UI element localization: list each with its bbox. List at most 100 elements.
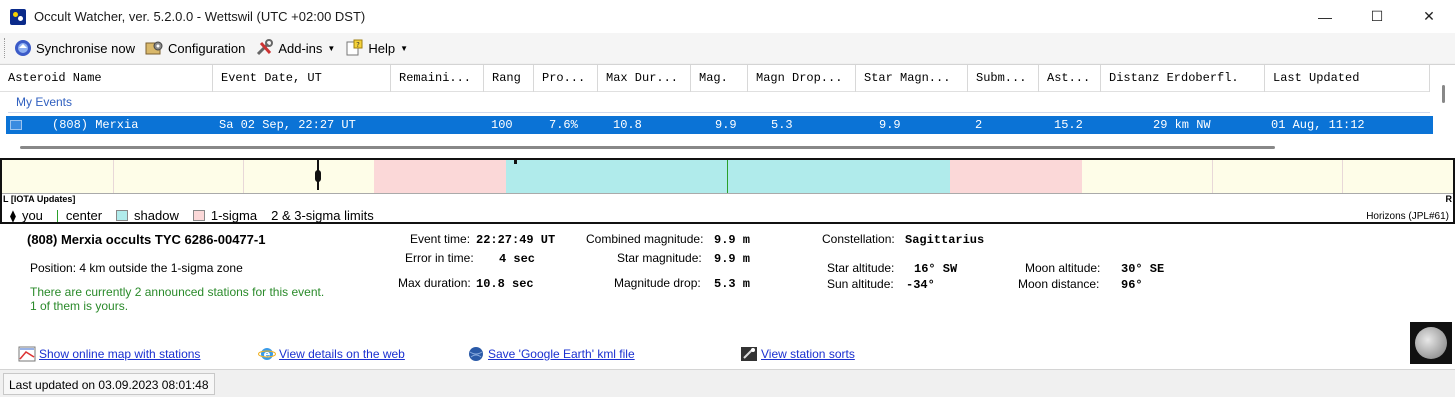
- event-time-value: 22:27:49 UT: [476, 233, 556, 247]
- column-header-ast[interactable]: Ast...: [1039, 65, 1101, 92]
- track-right-label: R: [1445, 194, 1453, 204]
- column-header-star-magn[interactable]: Star Magn...: [856, 65, 968, 92]
- cell-mag: 9.9: [715, 118, 737, 132]
- one-sigma-swatch: [192, 210, 205, 221]
- synchronise-button[interactable]: Synchronise now: [13, 39, 135, 57]
- center-line-icon: [56, 209, 58, 222]
- chevron-down-icon: ▼: [400, 43, 408, 53]
- track-marker: [514, 160, 517, 164]
- addins-label: Add-ins: [278, 40, 323, 56]
- track-legend: ⧫ you center shadow 1-sigma 2 & 3-sigma …: [10, 208, 388, 223]
- column-header-remaining[interactable]: Remaini...: [391, 65, 484, 92]
- window-controls: — ☐ ✕: [1299, 0, 1455, 33]
- synchronise-label: Synchronise now: [36, 40, 135, 56]
- stations-yours-text: 1 of them is yours.: [30, 299, 129, 313]
- legend-center-label: center: [65, 208, 103, 223]
- moon-icon: [1415, 327, 1447, 359]
- group-divider: [8, 112, 1430, 113]
- column-header-rank[interactable]: Rang: [484, 65, 534, 92]
- group-my-events[interactable]: My Events: [16, 95, 72, 109]
- maximize-button[interactable]: ☐: [1351, 0, 1403, 33]
- horizontal-scrollbar[interactable]: [20, 146, 1275, 149]
- column-header-asteroid-name[interactable]: Asteroid Name: [0, 65, 213, 92]
- addins-menu[interactable]: Add-ins ▼: [255, 39, 335, 57]
- mag-drop-value: 5.3 m: [714, 277, 751, 291]
- star-mag-value: 9.9 m: [714, 252, 751, 266]
- column-header-last-updated[interactable]: Last Updated: [1265, 65, 1430, 92]
- grid-header: Asteroid Name Event Date, UT Remaini... …: [0, 65, 1430, 92]
- view-details-web-link[interactable]: e View details on the web: [258, 346, 405, 362]
- event-details-panel: (808) Merxia occults TYC 6286-00477-1 Po…: [0, 224, 1455, 369]
- vertical-scrollbar[interactable]: [1442, 85, 1445, 103]
- configuration-label: Configuration: [168, 40, 246, 56]
- save-kml-link[interactable]: Save 'Google Earth' kml file: [467, 346, 635, 362]
- event-title: (808) Merxia occults TYC 6286-00477-1: [27, 232, 266, 247]
- mag-drop-label: Magnitude drop:: [614, 276, 701, 290]
- show-map-link-label: Show online map with stations: [39, 347, 201, 361]
- cell-submitted: 2: [975, 118, 983, 132]
- tools-icon: [255, 39, 275, 57]
- cell-probability: 7.6%: [549, 118, 578, 132]
- configuration-icon: [145, 39, 165, 57]
- position-text: Position: 4 km outside the 1-sigma zone: [30, 261, 243, 275]
- close-button[interactable]: ✕: [1403, 0, 1455, 33]
- station-sorts-icon: [740, 346, 758, 362]
- moon-distance-label: Moon distance:: [1018, 277, 1100, 291]
- configuration-button[interactable]: Configuration: [145, 39, 245, 57]
- limits-band-right: [1082, 160, 1453, 194]
- app-icon: [10, 8, 26, 25]
- toolbar-grip[interactable]: [4, 38, 7, 58]
- view-station-sorts-label: View station sorts: [761, 347, 855, 361]
- column-header-distance[interactable]: Distanz Erdoberfl.: [1101, 65, 1265, 92]
- column-header-max-duration[interactable]: Max Dur...: [598, 65, 691, 92]
- events-grid: Asteroid Name Event Date, UT Remaini... …: [0, 64, 1455, 158]
- track-left-label: L [IOTA Updates]: [3, 194, 76, 204]
- table-row[interactable]: (808) Merxia Sa 02 Sep, 22:27 UT 100 7.6…: [6, 116, 1433, 134]
- help-label: Help: [368, 40, 396, 56]
- minimize-button[interactable]: —: [1299, 0, 1351, 33]
- star-altitude-label: Star altitude:: [827, 261, 895, 275]
- you-marker-icon: ⧫: [10, 208, 16, 223]
- window-title: Occult Watcher, ver. 5.2.0.0 - Wettswil …: [34, 9, 366, 24]
- constellation-label: Constellation:: [822, 232, 895, 246]
- track-tick: [243, 160, 244, 194]
- shadow-path-track[interactable]: L [IOTA Updates] R ⧫ you center shadow 1…: [0, 158, 1455, 224]
- help-menu[interactable]: ? Help ▼: [345, 39, 408, 57]
- max-duration-value: 10.8 sec: [476, 277, 534, 291]
- legend-you-label: you: [21, 208, 43, 223]
- globe-icon: [467, 346, 485, 362]
- moon-altitude-value: 30° SE: [1121, 262, 1165, 276]
- column-header-probability[interactable]: Pro...: [534, 65, 598, 92]
- event-time-label: Event time:: [410, 232, 471, 246]
- column-header-magn-drop[interactable]: Magn Drop...: [748, 65, 856, 92]
- moon-phase-image: [1410, 322, 1452, 364]
- moon-distance-value: 96°: [1121, 278, 1143, 292]
- cell-star-magn: 9.9: [879, 118, 901, 132]
- track-baseline: [2, 193, 1453, 194]
- legend-you: ⧫ you: [10, 208, 43, 223]
- moon-altitude-label: Moon altitude:: [1025, 261, 1101, 275]
- cell-last-updated: 01 Aug, 11:12: [1271, 118, 1365, 132]
- legend-shadow-label: shadow: [134, 208, 179, 223]
- cell-magn-drop: 5.3: [771, 118, 793, 132]
- help-icon: ?: [345, 39, 365, 57]
- stations-text: There are currently 2 announced stations…: [30, 285, 325, 299]
- max-duration-label: Max duration:: [398, 276, 471, 290]
- show-map-link[interactable]: Show online map with stations: [18, 346, 200, 362]
- save-kml-label: Save 'Google Earth' kml file: [488, 347, 635, 361]
- view-station-sorts-link[interactable]: View station sorts: [740, 346, 855, 362]
- combined-mag-label: Combined magnitude:: [586, 232, 704, 246]
- column-header-mag[interactable]: Mag.: [691, 65, 748, 92]
- chevron-down-icon: ▼: [327, 43, 336, 53]
- legend-shadow: shadow: [116, 208, 179, 223]
- cell-ast: 15.2: [1054, 118, 1083, 132]
- row-event-icon: [10, 120, 22, 130]
- column-header-event-date[interactable]: Event Date, UT: [213, 65, 391, 92]
- column-header-submitted[interactable]: Subm...: [968, 65, 1039, 92]
- svg-text:?: ?: [356, 41, 360, 49]
- horizons-label: Horizons (JPL#61): [1366, 211, 1449, 222]
- legend-center: center: [56, 208, 103, 223]
- title-bar: Occult Watcher, ver. 5.2.0.0 - Wettswil …: [0, 0, 1455, 33]
- constellation-value: Sagittarius: [905, 233, 985, 247]
- star-mag-label: Star magnitude:: [617, 251, 702, 265]
